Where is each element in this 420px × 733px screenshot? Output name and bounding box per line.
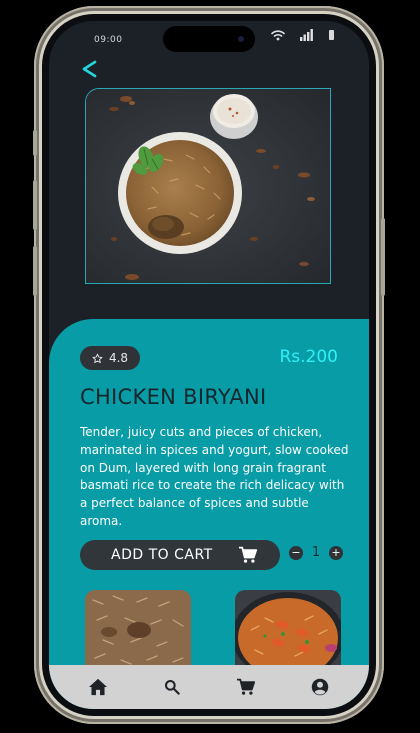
product-image: [85, 88, 331, 284]
decrease-quantity-button[interactable]: −: [289, 545, 303, 560]
add-to-cart-button[interactable]: ADD TO CART: [80, 540, 280, 570]
phone-action-button: [33, 130, 37, 156]
bottom-navigation: [49, 665, 369, 709]
home-icon: [89, 678, 107, 696]
product-description: Tender, juicy cuts and pieces of chicken…: [80, 425, 349, 528]
chevron-left-icon[interactable]: [80, 59, 100, 79]
prawn-biryani-photo: [235, 590, 341, 670]
phone-power-button: [381, 218, 385, 296]
account-circle-icon: [311, 678, 329, 696]
nav-search[interactable]: [161, 676, 183, 698]
app-screen: 09:00 4.8 Rs.200 CHICKEN BIRYANI Tender,…: [49, 21, 369, 709]
dynamic-island: [163, 26, 255, 52]
nav-home[interactable]: [87, 676, 109, 698]
search-icon: [165, 680, 180, 695]
rating-value: 4.8: [108, 351, 129, 365]
battery-icon: [329, 30, 334, 40]
star-outline-icon: [92, 353, 103, 363]
nav-profile[interactable]: [309, 676, 331, 698]
nav-cart[interactable]: [235, 676, 257, 698]
phone-volume-down: [33, 246, 37, 296]
wifi-icon: [271, 30, 285, 41]
product-price: Rs.200: [279, 347, 338, 367]
cellular-signal-icon: [300, 29, 313, 41]
cart-icon: [239, 546, 258, 563]
front-camera: [238, 36, 244, 42]
quantity-stepper: − 1 +: [289, 545, 343, 560]
cart-icon: [237, 678, 256, 695]
add-to-cart-label: ADD TO CART: [111, 547, 213, 563]
quantity-value: 1: [311, 545, 321, 560]
increase-quantity-button[interactable]: +: [329, 545, 343, 560]
status-time: 09:00: [94, 35, 123, 45]
related-item-image[interactable]: [235, 590, 341, 670]
product-title: CHICKEN BIRYANI: [80, 385, 267, 409]
mutton-biryani-photo: [85, 590, 191, 670]
rating-badge: 4.8: [80, 346, 140, 370]
related-item-image[interactable]: [85, 590, 191, 670]
biryani-photo: [86, 89, 330, 283]
phone-volume-up: [33, 180, 37, 230]
